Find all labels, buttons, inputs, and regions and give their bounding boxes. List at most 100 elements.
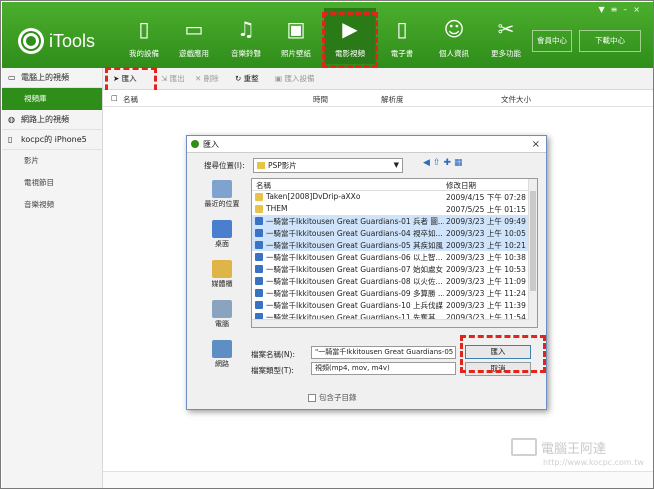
sidebar-item-movies[interactable]: 影片 [2,150,102,172]
video-file-icon [255,301,263,309]
sidebar-section-local[interactable]: ▭ 電腦上的視頻 [2,68,102,88]
place-network[interactable]: 網路 [197,340,247,378]
window-controls[interactable]: ▼≡–× [598,5,646,14]
vertical-scrollbar[interactable] [528,179,537,327]
sidebar-item-music-videos[interactable]: 音樂視頻 [2,194,102,216]
video-file-icon [255,289,263,297]
highlight-dialog-import-button [460,335,546,373]
app-logo: iTools [18,28,95,54]
column-size[interactable]: 文件大小 [501,94,531,105]
watermark-title: 電腦王阿達 [541,442,607,457]
file-list-header: 名稱 修改日期 [252,179,537,191]
folder-icon [255,205,263,213]
nav-photos[interactable]: ▣ 照片壁紙 [270,8,322,64]
column-name[interactable]: 名稱 [123,94,138,105]
file-row[interactable]: 一騎當千Ikkitousen Great Guardians-09 多算勝 ..… [252,287,537,299]
file-name-label: 檔案名稱(N): [251,350,295,359]
folder-icon [257,162,265,169]
column-modified-date[interactable]: 修改日期 [446,180,476,191]
file-row[interactable]: 一騎當千Ikkitousen Great Guardians-10 上兵伐謀 20… [252,299,537,311]
nav-music[interactable]: ♫ 音樂鈴聲 [220,8,272,64]
new-folder-icon[interactable]: ✚ [443,158,454,168]
column-file-name[interactable]: 名稱 [256,180,271,191]
export-button[interactable]: ⇲ 匯出 [161,73,185,84]
file-date: 2007/5/25 上午 01:15 [446,205,526,214]
apps-icon: ▭ [184,17,204,41]
file-row[interactable]: 一騎當千Ikkitousen Great Guardians-04 視卒如...… [252,227,537,239]
file-name: 一騎當千Ikkitousen Great Guardians-09 多算勝 ..… [266,289,444,298]
file-name: Taken[2008]DvDrip-aXXo [266,192,361,201]
column-header: ☐ 名稱 時間 解析度 文件大小 [103,90,653,107]
file-rows: Taken[2008]DvDrip-aXXo 2009/4/15 下午 07:28… [252,191,537,323]
scroll-thumb[interactable] [530,191,536,291]
look-in-dropdown[interactable]: PSP影片 ▼ [253,158,403,173]
sidebar-section-online[interactable]: ◍ 網路上的視頻 [2,110,102,130]
video-file-icon [255,229,263,237]
file-row[interactable]: 一騎當千Ikkitousen Great Guardians-06 以上智...… [252,251,537,263]
file-name: 一騎當千Ikkitousen Great Guardians-01 兵者 圖..… [266,217,444,226]
monitor-logo-icon [511,438,537,456]
nav-my-device[interactable]: ▯ 我的設備 [118,8,170,64]
file-row[interactable]: 一騎當千Ikkitousen Great Guardians-05 其疾如風 .… [252,239,537,251]
file-row[interactable]: THEM 2007/5/25 上午 01:15 [252,203,537,215]
file-row[interactable]: 一騎當千Ikkitousen Great Guardians-07 始如處女 20… [252,263,537,275]
select-all-checkbox[interactable]: ☐ [111,94,118,103]
file-date: 2009/4/15 下午 07:28 [446,193,526,202]
menu-icon[interactable]: ≡ [611,5,624,14]
file-row[interactable]: Taken[2008]DvDrip-aXXo 2009/4/15 下午 07:28 [252,191,537,203]
back-icon[interactable]: ◀ [423,158,433,168]
place-recent[interactable]: 最近的位置 [197,180,247,218]
refresh-button[interactable]: ↻ 重整 [235,73,259,84]
toolbar: ➤ 匯入 ⇲ 匯出 ✕ 刪除 ↻ 重整 ▣ 匯入設備 [103,68,653,90]
sidebar-section-device[interactable]: ▯ kocpc的 iPhone5 [2,130,102,150]
import-device-button[interactable]: ▣ 匯入設備 [275,73,314,84]
checkbox-box[interactable] [308,394,316,402]
file-date: 2009/3/23 上午 11:24 [446,289,526,298]
member-center-button[interactable]: 會員中心 [532,30,572,52]
checkbox-label: 包含子目錄 [319,393,357,402]
import-device-label: 匯入設備 [284,74,315,83]
video-file-icon [255,277,263,285]
nav-more[interactable]: ✂ 更多功能 [480,8,532,64]
places-bar: 最近的位置 桌面 媒體櫃 電腦 網路 [197,178,247,368]
export-icon: ⇲ [161,74,170,83]
close-icon[interactable]: × [633,5,646,14]
up-folder-icon[interactable]: ⇧ [433,158,444,168]
place-libraries[interactable]: 媒體櫃 [197,260,247,298]
file-type-label: 檔案類型(T): [251,366,294,375]
watermark: 電腦王阿達 http://www.kocpc.com.tw [511,436,646,472]
file-row[interactable]: 一騎當千Ikkitousen Great Guardians-01 兵者 圖..… [252,215,537,227]
file-name: THEM [266,204,288,213]
export-label: 匯出 [169,74,185,83]
place-computer[interactable]: 電腦 [197,300,247,338]
nav-ebook[interactable]: ▯ 電子書 [376,8,428,64]
file-type-select[interactable]: 視頻(mp4, mov, m4v) [311,362,456,375]
file-name-input[interactable]: "一騎當千Ikkitousen Great Guardians-05 其疾如 [311,346,456,359]
minimize-icon[interactable]: – [623,5,633,14]
delete-button[interactable]: ✕ 刪除 [195,73,219,84]
video-file-icon [255,253,263,261]
column-time[interactable]: 時間 [313,94,328,105]
column-resolution[interactable]: 解析度 [381,94,404,105]
computer-icon [212,300,232,318]
file-row[interactable]: 一騎當千Ikkitousen Great Guardians-08 以火佐...… [252,275,537,287]
nav-apps[interactable]: ▭ 遊戲應用 [168,8,220,64]
include-subdirectories-checkbox[interactable]: 包含子目錄 [308,392,357,403]
nav-label: 個人資訊 [439,49,469,58]
nav-personal-info[interactable]: ☺ 個人資訊 [428,8,480,64]
view-menu-icon[interactable]: ▦ [454,158,466,168]
place-label: 媒體櫃 [211,280,233,288]
file-name: 一騎當千Ikkitousen Great Guardians-05 其疾如風 .… [266,241,444,250]
sidebar-item-video-library[interactable]: 視頻庫 [2,88,102,110]
place-label: 桌面 [215,240,229,248]
file-date: 2009/3/23 上午 10:05 [446,229,526,238]
place-desktop[interactable]: 桌面 [197,220,247,258]
file-name: 一騎當千Ikkitousen Great Guardians-04 視卒如... [266,229,443,238]
close-icon[interactable]: × [532,136,540,153]
horizontal-scrollbar[interactable] [252,319,529,327]
file-name: 一騎當千Ikkitousen Great Guardians-07 始如處女 [266,265,444,274]
download-center-button[interactable]: 下載中心 [579,30,641,52]
shirt-icon[interactable]: ▼ [598,5,610,14]
sidebar-item-tv-shows[interactable]: 電視節目 [2,172,102,194]
place-label: 最近的位置 [204,200,240,208]
